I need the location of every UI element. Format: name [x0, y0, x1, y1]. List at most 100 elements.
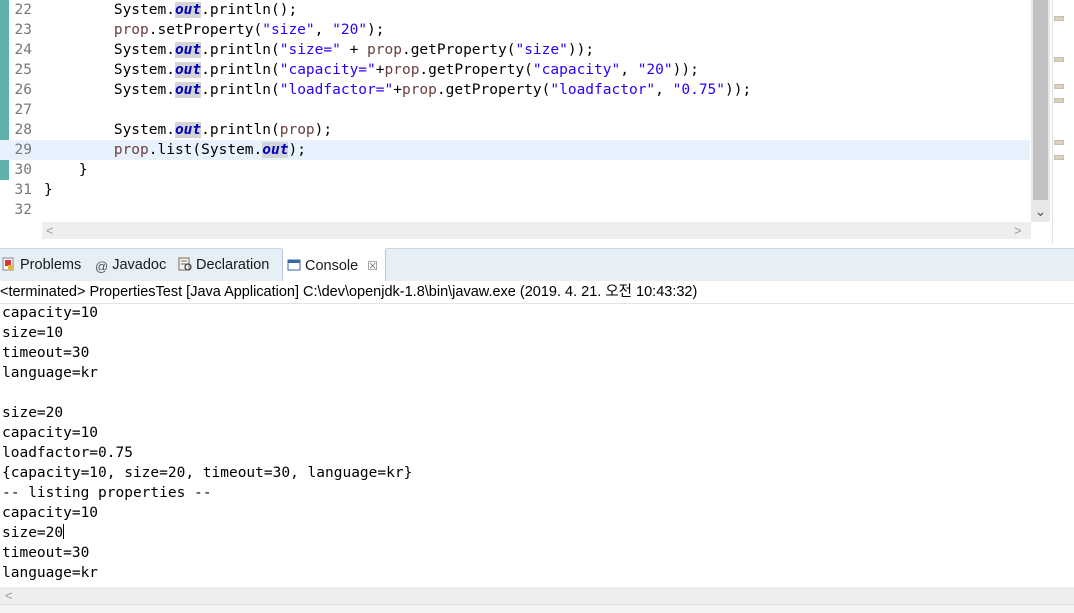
text-caret [63, 524, 65, 539]
code-token: , [620, 62, 638, 78]
line-number: 29 [14, 142, 32, 158]
declaration-icon [178, 257, 192, 271]
code-line[interactable]: 29 prop.list(System.out); [0, 140, 1030, 160]
line-number: 26 [14, 82, 32, 98]
overview-ruler[interactable] [1052, 0, 1074, 244]
code-line[interactable]: 26 System.out.println("loadfactor="+prop… [0, 80, 1030, 100]
code-text[interactable]: } [44, 160, 88, 180]
console-text: language=kr [2, 365, 99, 381]
overview-marker[interactable] [1054, 84, 1064, 89]
code-line[interactable]: 22 System.out.println(); [0, 0, 1030, 20]
line-number: 32 [14, 202, 32, 218]
console-line: capacity=10 [2, 503, 98, 523]
editor-scroll-thumb[interactable] [1033, 0, 1048, 200]
code-token: .println( [201, 122, 280, 138]
code-line[interactable]: 32 [0, 200, 1030, 220]
code-text[interactable]: } [44, 180, 53, 200]
code-token: "20" [332, 22, 368, 38]
code-text[interactable]: prop.setProperty("size", "20"); [44, 20, 385, 40]
code-token: .println( [201, 82, 280, 98]
code-line[interactable]: 24 System.out.println("size=" + prop.get… [0, 40, 1030, 60]
close-icon[interactable]: ☒ [367, 259, 378, 273]
code-text[interactable]: prop.list(System.out); [44, 140, 306, 160]
code-token: )); [567, 42, 595, 58]
code-token: )); [672, 62, 699, 78]
console-line: timeout=30 [2, 543, 89, 563]
console-line: -- listing properties -- [2, 483, 212, 503]
console-text: -- listing properties -- [2, 485, 212, 501]
line-number: 27 [14, 102, 32, 118]
code-text[interactable]: System.out.println(); [44, 0, 297, 20]
line-number: 23 [14, 22, 32, 38]
code-token: "size" [515, 42, 568, 58]
code-token: "loadfactor" [550, 82, 656, 98]
overview-marker[interactable] [1054, 57, 1064, 62]
console-line: loadfactor=0.75 [2, 443, 133, 463]
overview-marker[interactable] [1054, 16, 1064, 21]
console-text: timeout=30 [2, 545, 90, 561]
tab-javadoc[interactable]: @ Javadoc [95, 249, 166, 281]
console-text: timeout=30 [2, 345, 90, 361]
code-token: System. [44, 42, 175, 58]
code-token: } [44, 182, 53, 198]
tab-label: Problems [20, 257, 82, 273]
code-text[interactable]: System.out.println("capacity="+prop.getP… [44, 60, 699, 80]
console-icon [287, 259, 301, 271]
code-token: prop [367, 42, 402, 58]
console-line: {capacity=10, size=20, timeout=30, langu… [2, 463, 412, 483]
code-token: "size=" [279, 42, 341, 58]
console-line: size=10 [2, 323, 63, 343]
console-status-header: <terminated> PropertiesTest [Java Applic… [0, 281, 1074, 304]
overview-marker[interactable] [1054, 98, 1064, 103]
console-text: language=kr [2, 565, 99, 581]
code-line[interactable]: 28 System.out.println(prop); [0, 120, 1030, 140]
scroll-right-icon[interactable]: > [1014, 222, 1022, 239]
console-text: {capacity=10, size=20, timeout=30, langu… [2, 465, 413, 481]
console-text: size=20 [2, 525, 64, 541]
code-text[interactable]: System.out.println("size=" + prop.getPro… [44, 40, 594, 60]
code-text[interactable]: System.out.println("loadfactor="+prop.ge… [44, 80, 751, 100]
code-token: .getProperty( [419, 62, 533, 78]
overview-marker[interactable] [1054, 140, 1064, 145]
code-token: prop [113, 22, 149, 38]
code-token: "size" [262, 22, 315, 38]
code-token: prop [384, 62, 420, 78]
console-line: language=kr [2, 563, 98, 583]
code-token: )); [725, 82, 752, 98]
code-line[interactable]: 31} [0, 180, 1030, 200]
code-token: "capacity" [532, 62, 621, 78]
code-line[interactable]: 25 System.out.println("capacity="+prop.g… [0, 60, 1030, 80]
scroll-left-icon[interactable]: < [5, 587, 13, 604]
code-editor[interactable]: 22 System.out.println(); 23 prop.setPrope… [0, 0, 1074, 244]
code-text[interactable]: System.out.println(prop); [44, 120, 332, 140]
scroll-left-icon[interactable]: < [46, 222, 54, 239]
code-token: ); [314, 122, 333, 138]
code-token: .println( [201, 42, 280, 58]
code-token: .println( [201, 62, 280, 78]
tab-console[interactable]: Console ☒ [282, 248, 386, 282]
tab-label: Console [305, 258, 359, 274]
console-text: capacity=10 [2, 305, 99, 321]
console-horizontal-scrollbar[interactable] [0, 587, 1074, 604]
code-line[interactable]: 27 [0, 100, 1030, 120]
code-token: out [174, 2, 202, 18]
code-token: System. [44, 62, 175, 78]
line-number: 31 [14, 182, 32, 198]
code-token: out [174, 62, 202, 78]
console-line: size=20 [2, 523, 65, 543]
code-token: out [174, 122, 202, 138]
code-line[interactable]: 30 } [0, 160, 1030, 180]
tab-declaration[interactable]: Declaration [178, 249, 269, 281]
tab-problems[interactable]: Problems [2, 249, 81, 281]
javadoc-icon: @ [95, 259, 109, 274]
code-token: ); [288, 142, 306, 158]
code-line[interactable]: 23 prop.setProperty("size", "20"); [0, 20, 1030, 40]
code-token: + [393, 82, 402, 98]
line-number: 22 [14, 2, 32, 18]
scroll-down-icon[interactable]: ⌄ [1031, 200, 1050, 222]
editor-horizontal-scrollbar[interactable] [42, 222, 1031, 239]
overview-marker[interactable] [1054, 155, 1064, 160]
code-token: "20" [637, 62, 673, 78]
code-token: ); [367, 22, 385, 38]
